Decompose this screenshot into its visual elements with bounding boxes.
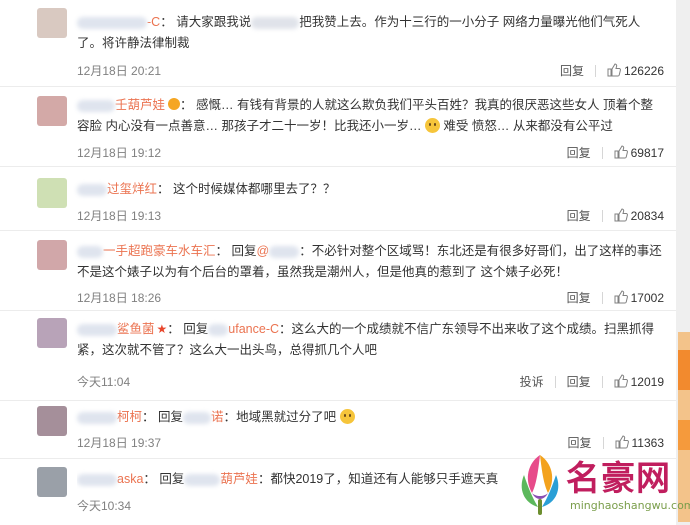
mention-link[interactable]: 诺 xyxy=(183,410,224,424)
comment-time: 今天10:34 xyxy=(77,499,132,513)
divider xyxy=(601,291,603,304)
comment-item: 壬葫芦娃： 感慨… 有钱有背景的人就这么欺负我们平头百姓？我真的很厌恶这些女人 … xyxy=(0,86,676,167)
divider xyxy=(601,209,603,222)
reply-prefix: 回复 xyxy=(159,472,185,486)
thumbs-up-icon xyxy=(614,374,628,388)
thumbs-up-icon xyxy=(614,145,628,159)
comment-actions: 回复 17002 xyxy=(567,289,664,306)
like-button[interactable]: 126226 xyxy=(607,63,664,78)
reply-button[interactable]: 回复 xyxy=(567,144,591,161)
username-link[interactable]: 柯柯 xyxy=(77,410,142,424)
avatar[interactable] xyxy=(37,178,67,208)
comment-body: aska： 回复 葫芦娃：都快2019了，知道还有人能够只手遮天真 xyxy=(77,469,500,490)
comment-meta: 12月18日 19:13 回复 20834 xyxy=(77,207,664,225)
divider xyxy=(601,146,603,159)
watermark-text: 名豪网 xyxy=(566,459,671,499)
like-button[interactable]: 17002 xyxy=(614,290,664,305)
comment-item: 过玺烊红： 这个时候媒体都哪里去了？？ 12月18日 19:13 回复 2083… xyxy=(0,166,676,231)
comment-meta: 今天11:04 投诉 回复 12019 xyxy=(77,373,664,391)
like-count: 126226 xyxy=(623,64,664,78)
like-button[interactable]: 12019 xyxy=(614,374,664,389)
comment-time: 12月18日 19:12 xyxy=(77,146,162,160)
leaf-logo-icon xyxy=(521,455,559,515)
avatar[interactable] xyxy=(37,318,67,348)
like-count: 17002 xyxy=(630,291,664,305)
reply-prefix: 回复 xyxy=(183,322,209,336)
reply-button[interactable]: 回复 xyxy=(560,62,584,79)
avatar[interactable] xyxy=(37,406,67,436)
comment-meta: 12月18日 18:26 回复 17002 xyxy=(77,289,664,307)
like-count: 12019 xyxy=(630,375,664,389)
reply-button[interactable]: 回复 xyxy=(567,207,591,224)
like-count: 69817 xyxy=(630,146,664,160)
like-button[interactable]: 20834 xyxy=(614,208,664,223)
comment-actions: 回复 126226 xyxy=(560,62,664,79)
colon: ： xyxy=(160,15,173,29)
username-link[interactable]: -C xyxy=(77,15,160,29)
comment-text: 都快2019了，知道还有人能够只手遮天真 xyxy=(270,472,499,486)
avatar[interactable] xyxy=(37,467,67,497)
comment-text: 这个时候媒体都哪里去了？？ xyxy=(173,182,336,196)
reply-prefix: 回复 xyxy=(231,244,257,258)
comment-time: 12月18日 19:37 xyxy=(77,436,162,450)
site-watermark: 名豪网 minghaoshangwu.com xyxy=(514,447,690,525)
avatar[interactable] xyxy=(37,96,67,126)
comment-time: 12月18日 20:21 xyxy=(77,64,162,78)
divider xyxy=(594,64,596,77)
smile-emoji-icon xyxy=(339,409,355,424)
star-badge-icon: ★ xyxy=(156,322,168,336)
comment-actions: 投诉 回复 12019 xyxy=(520,373,664,390)
comment-body: 一手超跑豪车水车汇： 回复@ ：不必针对整个区域骂！东北还是有很多好哥们，出了这样… xyxy=(77,244,662,279)
sad-face-emoji-icon xyxy=(424,118,440,133)
comment-time: 12月18日 18:26 xyxy=(77,291,162,305)
comment-text: 难受 愤怒… 从来都没有公平过 xyxy=(443,119,613,133)
comment-time: 12月18日 19:13 xyxy=(77,209,162,223)
thumbs-up-icon xyxy=(614,290,628,304)
comment-text: 请大家跟我说 xyxy=(176,15,252,29)
comment-meta: 12月18日 19:12 回复 69817 xyxy=(77,144,664,162)
watermark-url: minghaoshangwu.com xyxy=(570,499,690,512)
username-link[interactable]: 鲨鱼菌 xyxy=(77,322,155,336)
comment-body: -C： 请大家跟我说 把我赞上去。作为十三行的一小分子 网络力量曝光他们气死人了。… xyxy=(77,12,662,54)
comment-time: 今天11:04 xyxy=(77,375,131,389)
reply-prefix: 回复 xyxy=(158,410,184,424)
mention-link[interactable]: 葫芦娃 xyxy=(184,472,258,486)
comment-text: 地域黑就过分了吧 xyxy=(236,410,337,424)
username-link[interactable]: 壬葫芦娃 xyxy=(77,98,165,112)
comment-item: 鲨鱼菌 ★： 回复 ufance-C：这么大的一个成绩就不信广东领导不出来收了这个成… xyxy=(0,310,676,401)
username-link[interactable]: 过玺烊红 xyxy=(77,182,157,196)
comment-item: 一手超跑豪车水车汇： 回复@ ：不必针对整个区域骂！东北还是有很多好哥们，出了这样… xyxy=(0,230,676,311)
mention-link[interactable]: ufance-C xyxy=(208,322,279,336)
comment-actions: 回复 20834 xyxy=(567,207,664,224)
comment-meta: 12月18日 20:21 回复 126226 xyxy=(77,62,664,80)
like-count: 20834 xyxy=(630,209,664,223)
vip-badge-icon xyxy=(168,98,181,110)
comment-body: 过玺烊红： 这个时候媒体都哪里去了？？ xyxy=(77,179,662,200)
comment-body: 壬葫芦娃： 感慨… 有钱有背景的人就这么欺负我们平头百姓？我真的很厌恶这些女人 … xyxy=(77,98,653,133)
comment-item: -C： 请大家跟我说 把我赞上去。作为十三行的一小分子 网络力量曝光他们气死人了。… xyxy=(0,0,676,87)
divider xyxy=(601,375,603,388)
reply-button[interactable]: 回复 xyxy=(567,289,591,306)
username-link[interactable]: 一手超跑豪车水车汇 xyxy=(77,244,216,258)
divider xyxy=(554,375,556,388)
avatar[interactable] xyxy=(37,8,67,38)
comment-actions: 回复 69817 xyxy=(567,144,664,161)
comment-body: 鲨鱼菌 ★： 回复 ufance-C：这么大的一个成绩就不信广东领导不出来收了这个成… xyxy=(77,322,655,357)
comment-body: 柯柯： 回复 诺：地域黑就过分了吧 xyxy=(77,407,662,428)
like-button[interactable]: 69817 xyxy=(614,145,664,160)
reply-button[interactable]: 回复 xyxy=(567,373,591,390)
mention-link[interactable]: @ xyxy=(257,244,300,258)
username-link[interactable]: aska xyxy=(77,472,143,486)
report-button[interactable]: 投诉 xyxy=(520,373,544,390)
thumbs-up-icon xyxy=(607,63,621,77)
avatar[interactable] xyxy=(37,240,67,270)
thumbs-up-icon xyxy=(614,208,628,222)
